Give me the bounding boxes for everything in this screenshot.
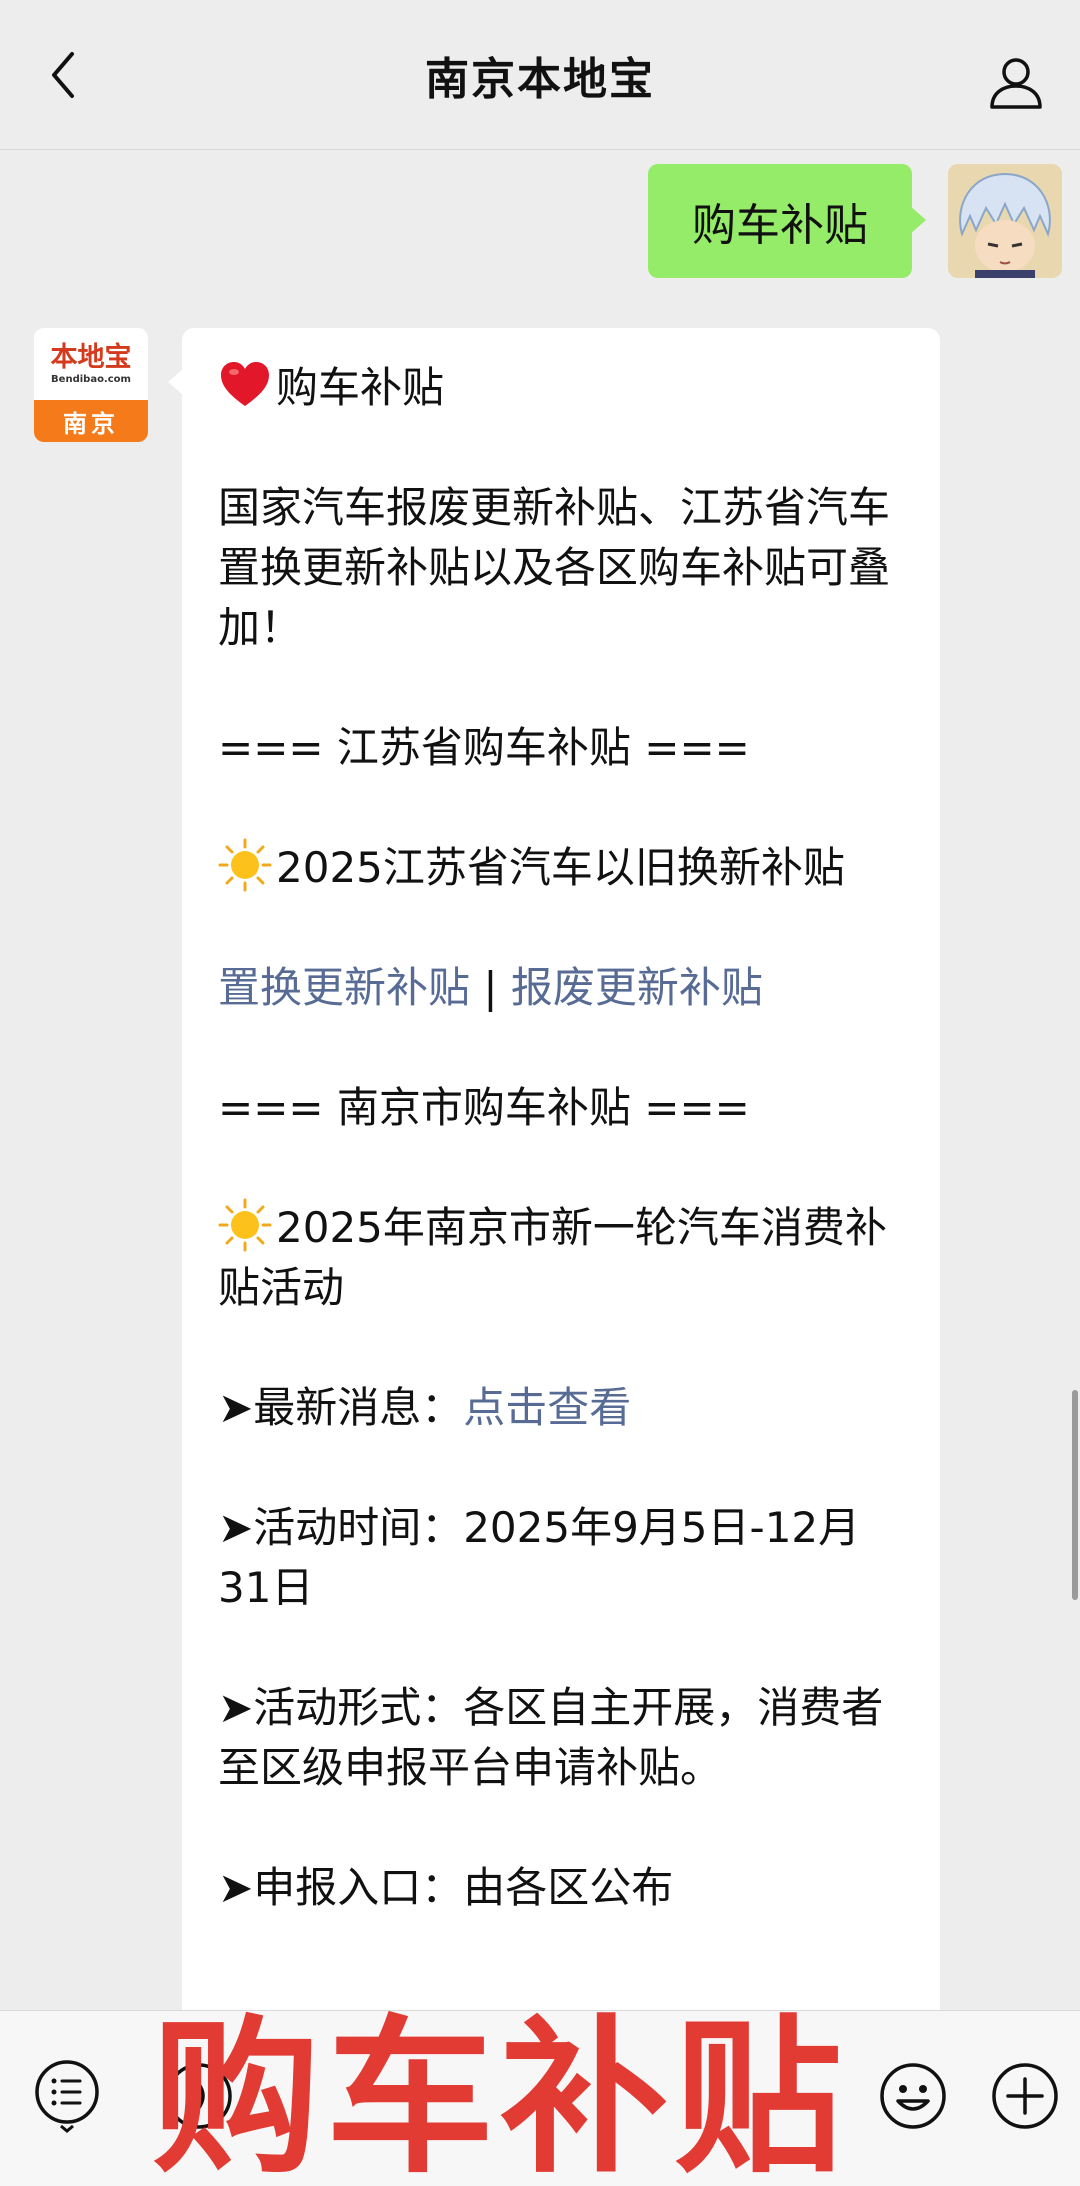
user-icon[interactable]: [986, 52, 1046, 112]
plus-icon[interactable]: [988, 2059, 1062, 2133]
list-icon[interactable]: [30, 2059, 104, 2133]
form-label: ➤活动形式：: [218, 1683, 464, 1732]
logo-city: 南京: [34, 400, 148, 442]
top-bar: 南京本地宝: [0, 0, 1080, 150]
time-label: ➤活动时间：: [218, 1503, 464, 1552]
link-scrap-subsidy[interactable]: 报废更新补贴: [511, 963, 763, 1012]
sent-message-row: 购车补贴: [648, 164, 1062, 278]
sent-message-text: 购车补贴: [692, 200, 868, 251]
nanjing-item-text: 2025年南京市新一轮汽车消费补贴活动: [218, 1203, 887, 1312]
bot-avatar[interactable]: 本地宝 Bendibao.com 南京: [34, 328, 148, 442]
smiley-icon[interactable]: [876, 2059, 950, 2133]
nanjing-item: 2025年南京市新一轮汽车消费补贴活动: [218, 1198, 904, 1318]
activity-form: ➤活动形式：各区自主开展，消费者至区级申报平台申请补贴。: [218, 1678, 904, 1798]
logo-subtext: Bendibao.com: [51, 373, 131, 385]
latest-link[interactable]: 点击查看: [463, 1383, 631, 1432]
chat-screen: 南京本地宝 购车补贴 本地宝 Bendibao.com 南京 购车补贴 国家汽车…: [0, 0, 1080, 2186]
jiangsu-links: 置换更新补贴 | 报废更新补贴: [218, 958, 904, 1018]
logo: 本地宝 Bendibao.com: [34, 328, 148, 400]
jiangsu-item: 2025江苏省汽车以旧换新补贴: [218, 838, 904, 898]
received-message-bubble: 购车补贴 国家汽车报废更新补贴、江苏省汽车置换更新补贴以及各区购车补贴可叠加！ …: [168, 328, 940, 2088]
sun-icon: [218, 1198, 272, 1252]
section-nanjing: === 南京市购车补贴 ===: [218, 1083, 750, 1132]
sent-message-bubble[interactable]: 购车补贴: [648, 164, 926, 278]
activity-time: ➤活动时间：2025年9月5日-12月31日: [218, 1498, 904, 1618]
application-entry: ➤申报入口：由各区公布: [218, 1858, 904, 1918]
latest-label: ➤最新消息：: [218, 1383, 464, 1432]
entry-value: 由各区公布: [463, 1863, 674, 1912]
sun-icon: [218, 838, 272, 892]
overlay-title: 购车补贴: [152, 2000, 848, 2186]
scrollbar[interactable]: [1072, 1390, 1078, 1600]
intro-text: 国家汽车报废更新补贴、江苏省汽车置换更新补贴以及各区购车补贴可叠加！: [218, 483, 891, 652]
jiangsu-item-text: 2025江苏省汽车以旧换新补贴: [276, 843, 845, 892]
heading-text: 购车补贴: [276, 363, 445, 412]
link-replace-subsidy[interactable]: 置换更新补贴: [218, 963, 470, 1012]
section-jiangsu: === 江苏省购车补贴 ===: [218, 723, 750, 772]
chevron-left-icon[interactable]: [38, 50, 88, 100]
link-separator: |: [470, 963, 511, 1012]
page-title: 南京本地宝: [425, 53, 655, 105]
entry-label: ➤申报入口：: [218, 1863, 464, 1912]
latest-news: ➤最新消息：点击查看: [218, 1378, 904, 1438]
heart-icon: [221, 362, 269, 406]
logo-text: 本地宝: [50, 341, 132, 373]
avatar[interactable]: [948, 164, 1062, 278]
message-heading: 购车补贴: [218, 358, 904, 418]
